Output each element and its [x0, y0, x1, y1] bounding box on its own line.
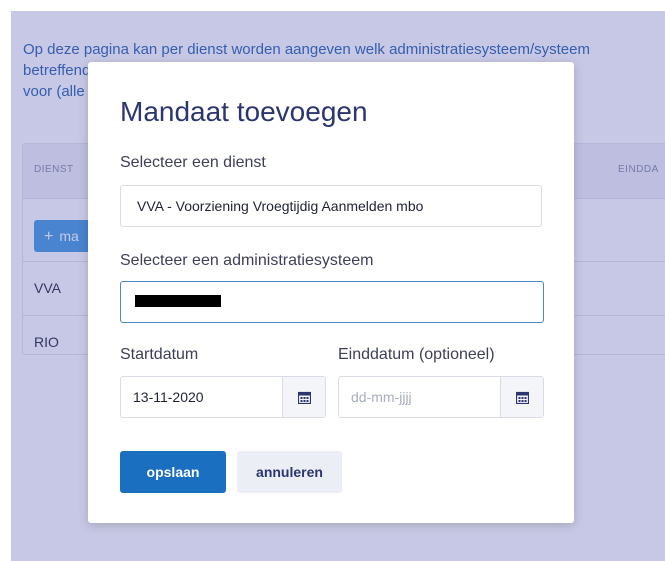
- redacted-value: [135, 295, 221, 307]
- calendar-icon: [297, 391, 311, 404]
- startdatum-field: [120, 376, 326, 418]
- dienst-select[interactable]: VVA - Voorziening Vroegtijdig Aanmelden …: [120, 185, 542, 227]
- einddatum-calendar-button[interactable]: [500, 377, 543, 417]
- calendar-icon: [515, 391, 529, 404]
- save-button[interactable]: opslaan: [120, 451, 226, 493]
- add-mandaat-dialog: Mandaat toevoegen Selecteer een dienst V…: [88, 62, 574, 523]
- cancel-button[interactable]: annuleren: [237, 451, 342, 493]
- administratiesysteem-label: Selecteer een administratiesysteem: [120, 252, 374, 269]
- einddatum-field: [338, 376, 544, 418]
- startdatum-input[interactable]: [121, 377, 283, 417]
- dialog-title: Mandaat toevoegen: [120, 96, 368, 127]
- startdatum-label: Startdatum: [120, 346, 199, 363]
- startdatum-calendar-button[interactable]: [282, 377, 325, 417]
- administratiesysteem-input[interactable]: [120, 281, 544, 323]
- einddatum-label: Einddatum (optioneel): [338, 346, 495, 363]
- dienst-label: Selecteer een dienst: [120, 154, 266, 171]
- einddatum-input[interactable]: [339, 377, 501, 417]
